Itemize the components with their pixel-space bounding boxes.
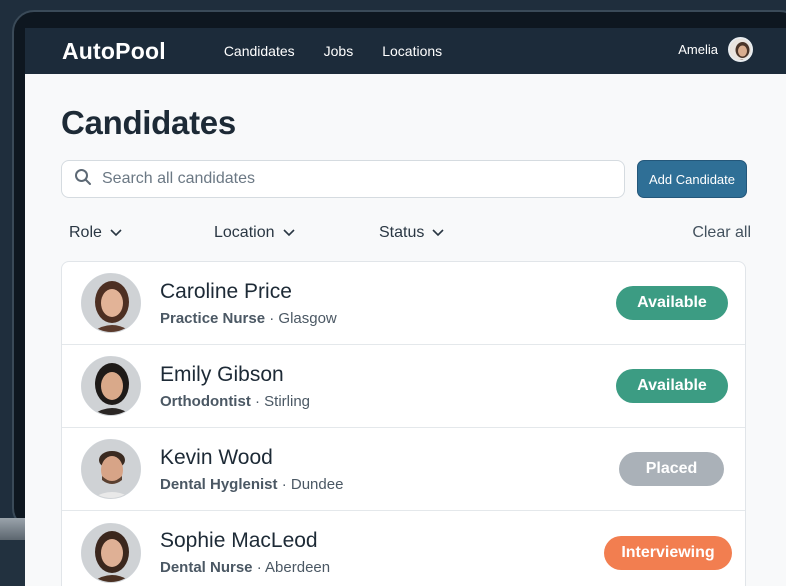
filter-status[interactable]: Status	[379, 224, 444, 242]
candidate-subtitle: Practice Nurse · Glasgow	[160, 309, 337, 327]
filter-bar: Role Location Status Clear all	[61, 222, 751, 244]
page-title: Candidates	[61, 104, 236, 141]
candidate-name: Caroline Price	[160, 279, 292, 303]
candidate-name: Sophie MacLeod	[160, 529, 318, 552]
app-screen: AutoPool Candidates Jobs Locations Ameli…	[25, 28, 786, 586]
clear-all-button[interactable]: Clear all	[692, 224, 751, 242]
candidate-avatar	[81, 273, 141, 333]
candidate-subtitle: Orthodontist · Stirling	[160, 392, 311, 410]
candidate-avatar	[81, 522, 141, 583]
nav-locations[interactable]: Locations	[382, 43, 442, 59]
search-box[interactable]	[61, 160, 625, 198]
chevron-down-icon	[432, 229, 444, 237]
main-nav: Candidates Jobs Locations	[224, 43, 471, 59]
candidate-row[interactable]: Sophie MacLeod Dental Nurse · Aberdeen I…	[62, 511, 745, 586]
candidate-row[interactable]: Caroline Price Practice Nurse · Glasgow …	[62, 262, 745, 345]
user-avatar[interactable]	[728, 37, 753, 62]
candidate-location: Glasgow	[278, 309, 337, 327]
app-logo[interactable]: AutoPool	[62, 38, 166, 65]
filter-role[interactable]: Role	[69, 224, 122, 242]
search-input[interactable]	[102, 170, 582, 188]
nav-candidates[interactable]: Candidates	[224, 43, 295, 59]
chevron-down-icon	[110, 229, 122, 237]
user-name: Amelia	[678, 42, 718, 57]
candidate-role: Dental Nurse	[160, 559, 253, 576]
candidate-location: Dundee	[290, 475, 344, 493]
search-icon	[74, 168, 92, 191]
filter-location-label: Location	[214, 224, 275, 241]
candidate-name: Kevin Wood	[160, 445, 273, 469]
candidate-list: Caroline Price Practice Nurse · Glasgow …	[61, 261, 746, 586]
candidate-name: Emily Gibson	[160, 362, 284, 386]
filter-location[interactable]: Location	[214, 224, 295, 242]
filter-role-label: Role	[69, 224, 102, 241]
filter-status-label: Status	[379, 224, 425, 241]
status-badge: Placed	[619, 452, 724, 486]
candidate-subtitle: Dental Nurse · Aberdeen	[160, 559, 331, 576]
candidate-location: Aberdeen	[265, 559, 331, 576]
top-navbar: AutoPool Candidates Jobs Locations Ameli…	[25, 28, 786, 74]
candidate-role: Orthodontist	[160, 392, 251, 410]
candidate-avatar	[81, 356, 141, 416]
candidate-role: Practice Nurse	[160, 309, 266, 327]
add-candidate-button[interactable]: Add Candidate	[637, 160, 747, 198]
status-badge: Available	[616, 369, 728, 403]
chevron-down-icon	[282, 229, 295, 237]
status-badge: Interviewing	[604, 535, 732, 570]
candidate-location: Stirling	[264, 392, 311, 410]
candidate-row[interactable]: Kevin Wood Dental Hyglenist · Dundee Pla…	[62, 428, 745, 511]
nav-jobs[interactable]: Jobs	[324, 43, 354, 59]
status-badge: Available	[616, 286, 728, 320]
candidate-role: Dental Hyglenist	[160, 475, 278, 493]
candidate-avatar	[81, 439, 141, 499]
candidate-row[interactable]: Emily Gibson Orthodontist · Stirling Ava…	[62, 345, 745, 428]
user-menu[interactable]: Amelia	[678, 37, 753, 62]
candidate-subtitle: Dental Hyglenist · Dundee	[160, 475, 344, 493]
